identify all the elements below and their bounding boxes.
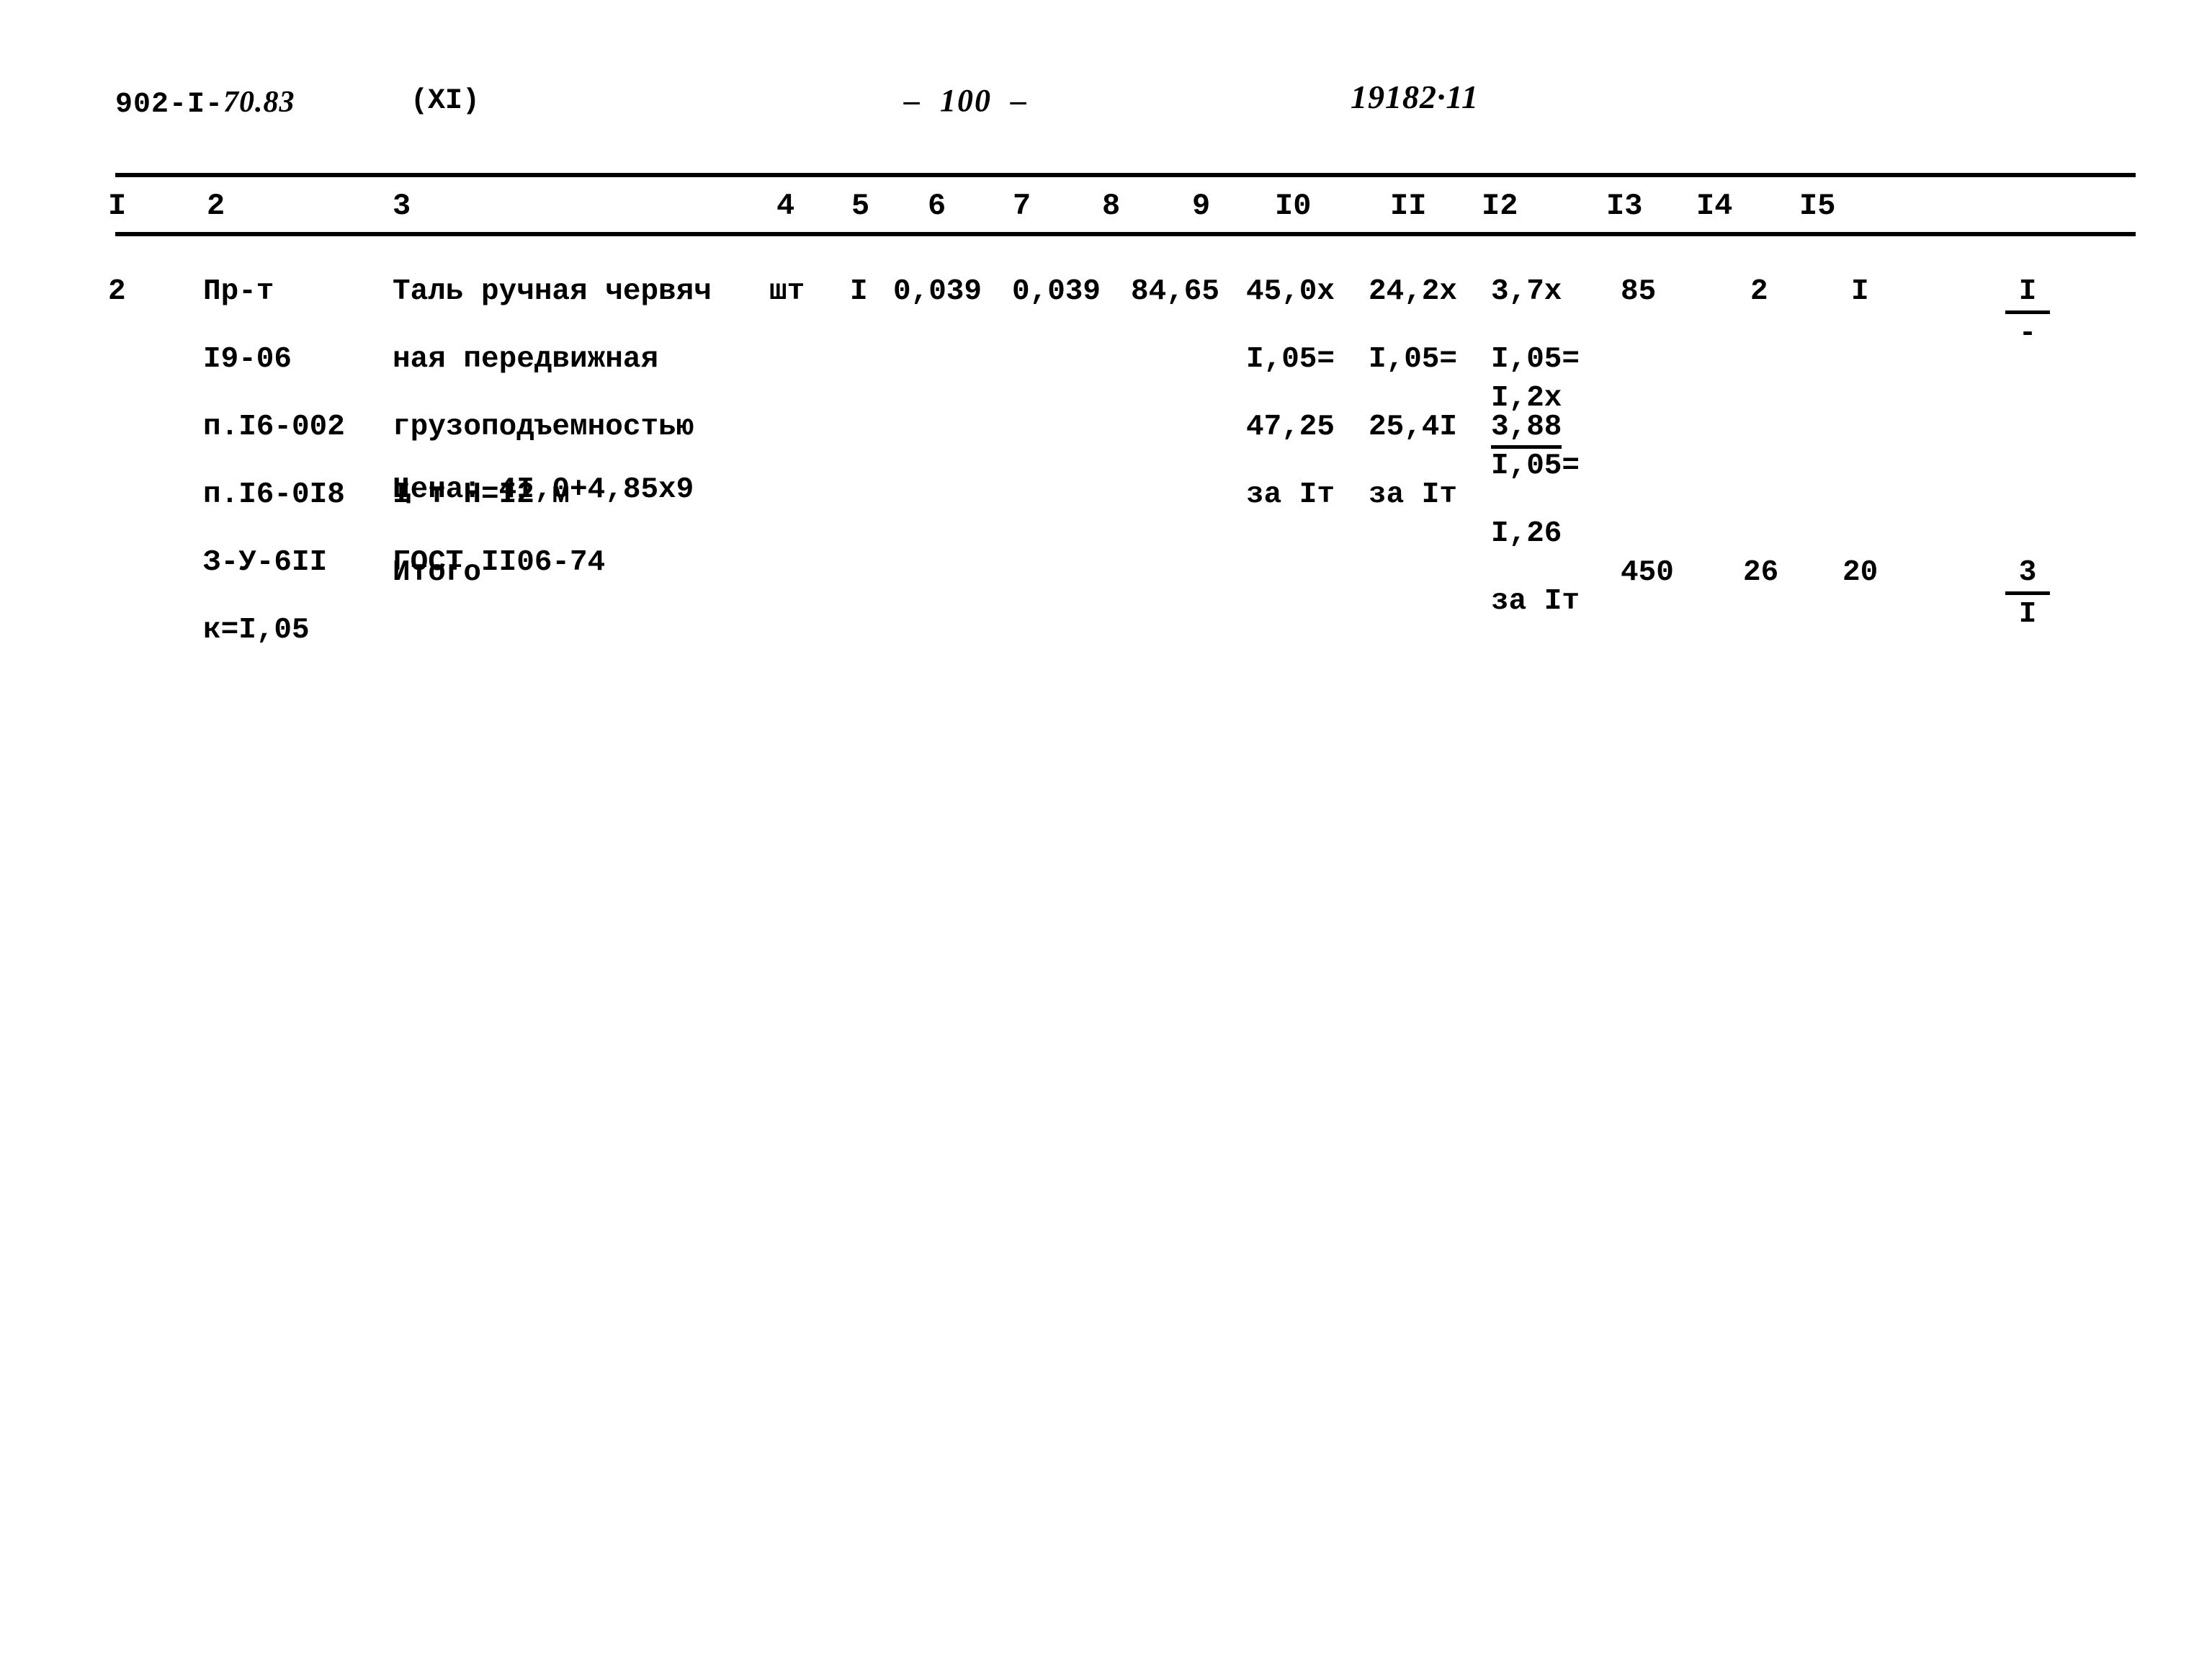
total-row-col15-numerator: 3 <box>2018 556 2037 589</box>
column-header-15: I5 <box>1799 189 1836 223</box>
scanned-document-page: 902-I-70.83 (XI) – 100 – 19182·11 I 2 3 … <box>0 0 2212 1659</box>
row-col9-line-2: I,05= <box>1246 343 1335 376</box>
row-col11-value-second: I,2х I,05= I,26 за Iт <box>1491 382 1580 619</box>
row-col5-quantity: I <box>850 275 868 308</box>
row-col8-value: 84,65 <box>1131 275 1220 308</box>
row-col14-value: I <box>1851 275 1869 308</box>
row-col3-price: Цена: 4I,0+4,85x9 <box>393 473 694 506</box>
column-header-14: I4 <box>1696 189 1733 223</box>
row-col11-line-7: за Iт <box>1491 585 1580 618</box>
page-number: – 100 – <box>904 83 1028 118</box>
column-header-4: 4 <box>776 189 795 223</box>
column-header-6: 6 <box>928 189 946 223</box>
row-col2-line-5: З-У-6II <box>203 546 328 579</box>
total-row-col15-fraction-bar <box>2005 591 2050 595</box>
row-col1-position-number: 2 <box>108 275 126 308</box>
row-col11-line-4: I,2х <box>1491 382 1562 415</box>
row-col2-line-6: к=I,05 <box>203 614 310 647</box>
table-rule-top <box>115 173 2136 177</box>
row-col10-value: 24,2х I,05= 25,4I за Iт <box>1369 275 1457 512</box>
row-col4-unit: шт <box>769 275 805 308</box>
row-col11-line-2: I,05= <box>1491 343 1580 376</box>
row-col9-value: 45,0х I,05= 47,25 за Iт <box>1246 275 1335 512</box>
row-col7-value: 0,039 <box>1012 275 1101 308</box>
row-col9-line-4: за Iт <box>1246 478 1335 511</box>
row-col2-codes: Пр-т I9-06 п.I6-002 п.I6-0I8 З-У-6II к=I… <box>203 275 345 648</box>
row-col10-line-3: 25,4I <box>1369 411 1458 444</box>
archive-stamp-number: 19182·11 <box>1351 79 1479 115</box>
row-col2-line-1: Пр-т <box>203 275 274 308</box>
total-row-col13: 26 <box>1743 556 1779 589</box>
column-header-13: I3 <box>1606 189 1643 223</box>
total-row-col15-fraction: 3 I <box>2002 556 2053 632</box>
table-rule-bottom <box>115 232 2136 236</box>
row-col2-line-4: п.I6-0I8 <box>203 478 345 511</box>
total-row-label: Итого <box>393 556 482 589</box>
row-col2-line-2: I9-06 <box>203 343 292 376</box>
row-col3-line-3: грузоподъемностью <box>393 411 694 444</box>
column-header-7: 7 <box>1013 189 1031 223</box>
column-header-10: I0 <box>1275 189 1312 223</box>
row-col15-fraction-bar <box>2005 310 2050 314</box>
row-col15-denominator: - <box>2018 317 2037 350</box>
total-row-col15-denominator: I <box>2018 598 2037 631</box>
column-header-1: I <box>108 189 127 223</box>
row-col11-line-6: I,26 <box>1491 517 1562 550</box>
column-header-9: 9 <box>1192 189 1211 223</box>
row-col15-fraction: I - <box>2002 275 2053 351</box>
row-col10-line-1: 24,2х <box>1369 275 1458 308</box>
document-number: 902-I-70.83 <box>115 85 295 121</box>
document-number-prefix: 902-I- <box>115 89 224 121</box>
page-header: 902-I-70.83 (XI) – 100 – 19182·11 <box>0 79 2212 135</box>
document-part: (XI) <box>411 85 480 117</box>
document-number-handwritten: 70.83 <box>223 86 295 119</box>
row-col11-line-1: 3,7х <box>1491 275 1562 308</box>
total-row-col12: 450 <box>1621 556 1674 589</box>
column-header-12: I2 <box>1482 189 1518 223</box>
row-col9-line-1: 45,0х <box>1246 275 1335 308</box>
column-header-2: 2 <box>207 189 225 223</box>
row-col13-value: 2 <box>1750 275 1768 308</box>
row-col15-numerator: I <box>2018 275 2037 308</box>
row-col11-line-5: I,05= <box>1491 450 1580 483</box>
row-col3-line-2: ная передвижная <box>393 343 659 376</box>
row-col10-line-4: за Iт <box>1369 478 1458 511</box>
column-header-8: 8 <box>1102 189 1121 223</box>
row-col3-line-1: Таль ручная червяч <box>393 275 712 308</box>
row-col2-line-3: п.I6-002 <box>203 411 345 444</box>
column-header-11: II <box>1390 189 1427 223</box>
row-col3-description: Таль ручная червяч ная передвижная грузо… <box>393 275 712 580</box>
row-col6-value: 0,039 <box>893 275 982 308</box>
row-col10-line-2: I,05= <box>1369 343 1458 376</box>
row-col12-value: 85 <box>1621 275 1657 308</box>
column-header-5: 5 <box>851 189 870 223</box>
column-header-3: 3 <box>393 189 411 223</box>
total-row-col14: 20 <box>1842 556 1879 589</box>
row-col9-line-3: 47,25 <box>1246 411 1335 444</box>
